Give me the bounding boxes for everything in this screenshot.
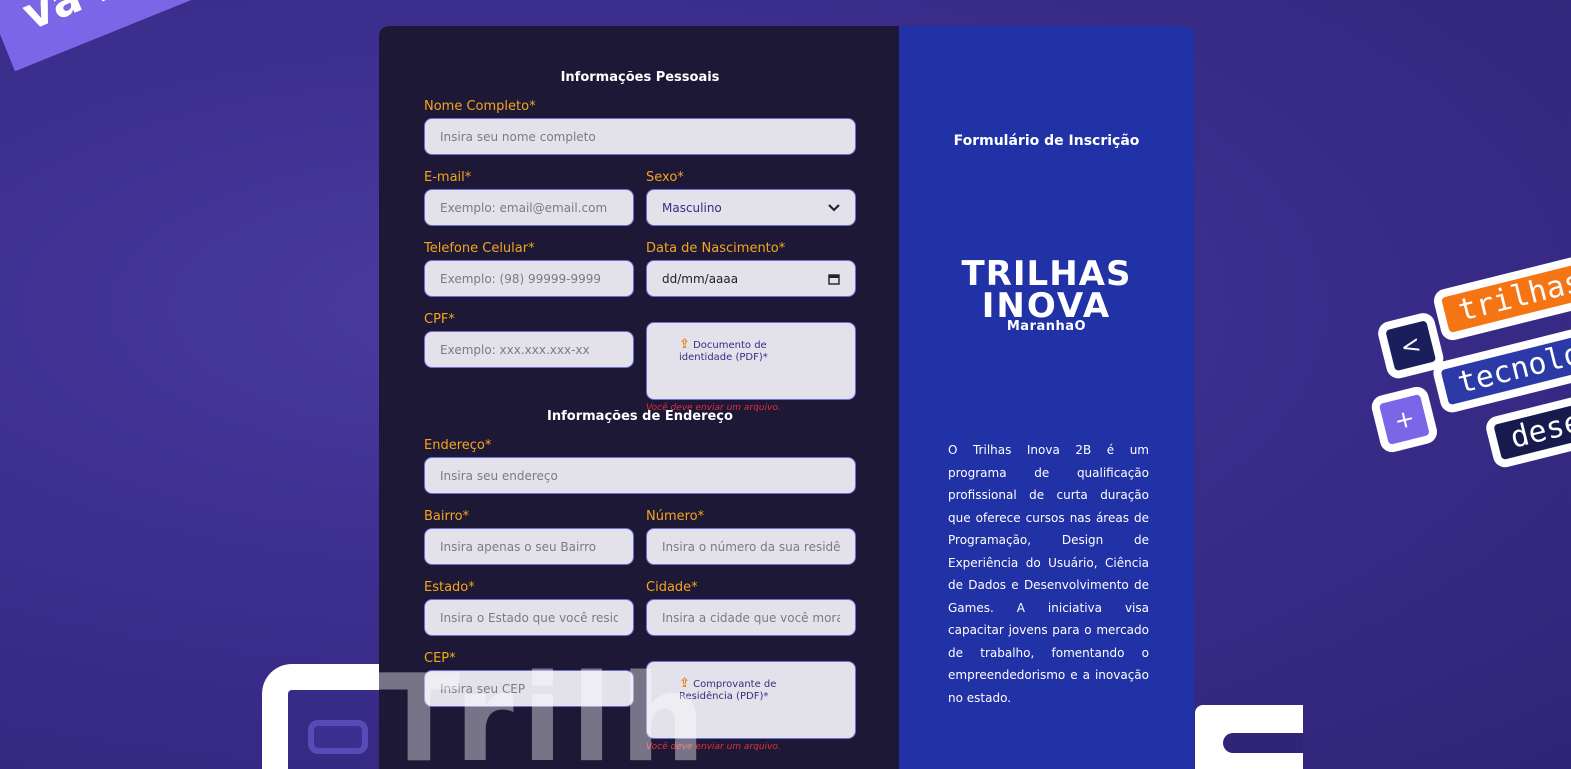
email-input[interactable] [424,189,634,226]
birth-date-input[interactable]: dd/mm/aaaa [646,260,856,297]
registration-card: Informações Pessoais Nome Completo* E-ma… [379,26,1194,769]
name-input[interactable] [424,118,856,155]
id-document-label: Documento de identidade (PDF)* [679,340,768,363]
cep-input[interactable] [424,670,634,707]
district-input[interactable] [424,528,634,565]
city-input[interactable] [646,599,856,636]
upload-icon: ⇪ [679,337,690,352]
program-description: O Trilhas Inova 2B é um programa de qual… [948,443,1149,705]
phone-input[interactable] [424,260,634,297]
upload-icon: ⇪ [679,676,690,691]
district-label: Bairro* [424,509,470,524]
phone-label: Telefone Celular* [424,241,535,256]
calendar-icon[interactable] [828,273,840,285]
state-input[interactable] [424,599,634,636]
personal-info-title: Informações Pessoais [560,70,720,85]
city-label: Cidade* [646,580,698,595]
logo-line-3: MaranhaO [1006,319,1087,334]
tag-trilhas: trilhas [1431,253,1571,343]
chevron-down-icon [828,203,840,211]
decorative-shape-right [1195,705,1303,769]
state-label: Estado* [424,580,475,595]
residence-document-label: Comprovante de Residência (PDF)* [679,679,777,702]
trilhas-inova-logo: TRILHAS INOVA MaranhaO [899,257,1194,333]
birth-date-value: dd/mm/aaaa [662,271,739,286]
decorative-ribbon: va ma [0,0,257,72]
sex-select-value: Masculino [662,200,722,215]
number-input[interactable] [646,528,856,565]
residence-document-error: Você deve enviar um arquivo. [646,742,781,752]
cep-label: CEP* [424,651,456,666]
number-label: Número* [646,509,705,524]
tag-square-plus: + [1369,384,1440,455]
decorative-tags: < trilhas + tecnolo desen [1337,237,1571,506]
address-label: Endereço* [424,438,492,453]
logo-line-2: INOVA [981,286,1112,326]
cpf-input[interactable] [424,331,634,368]
form-panel: Informações Pessoais Nome Completo* E-ma… [379,26,899,769]
ribbon-text: va ma [16,0,173,41]
sex-select[interactable]: Masculino [646,189,856,226]
email-label: E-mail* [424,170,472,185]
residence-document-upload[interactable]: ⇪ Comprovante de Residência (PDF)* [646,661,856,739]
sex-label: Sexo* [646,170,684,185]
name-label: Nome Completo* [424,99,536,114]
address-input[interactable] [424,457,856,494]
decorative-shape-left [262,664,392,769]
info-panel: Formulário de Inscrição TRILHAS INOVA Ma… [899,26,1194,769]
info-title: Formulário de Inscrição [953,133,1140,149]
birth-label: Data de Nascimento* [646,241,786,256]
cpf-label: CPF* [424,312,455,327]
id-document-upload[interactable]: ⇪ Documento de identidade (PDF)* [646,322,856,400]
